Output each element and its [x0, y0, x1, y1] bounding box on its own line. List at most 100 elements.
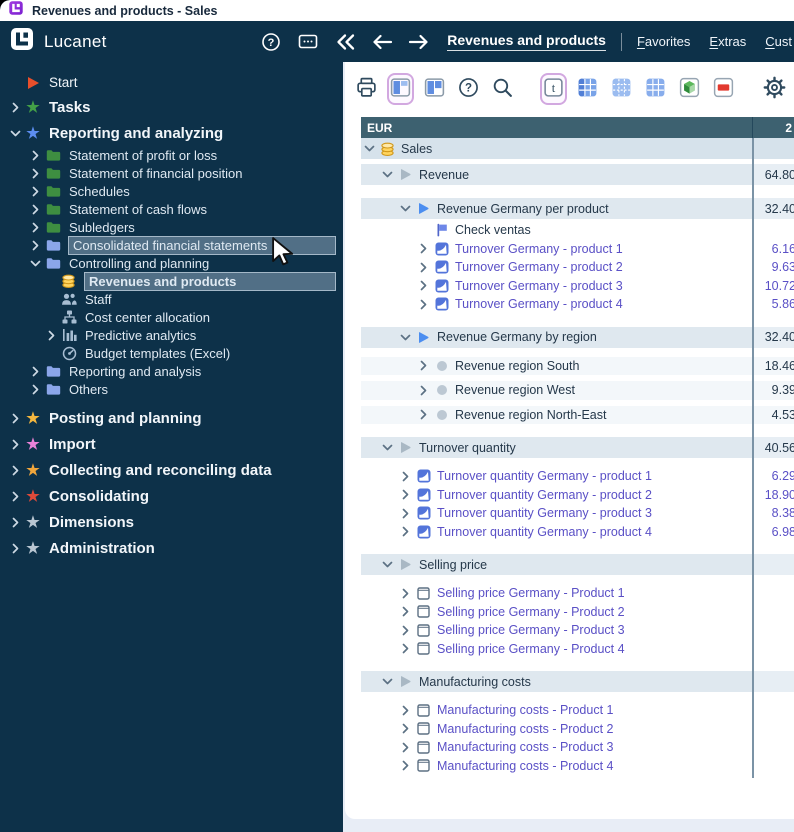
chevron-right-icon[interactable]	[417, 384, 430, 397]
table-row-turnover-germany-product-4[interactable]: Turnover Germany - product 45.86	[361, 295, 794, 314]
sidebar-item-staff[interactable]: Staff	[0, 290, 343, 308]
sidebar-item-budget-templates-excel[interactable]: Budget templates (Excel)	[0, 344, 343, 362]
table-row-manufacturing-costs-product-4[interactable]: Manufacturing costs - Product 4	[361, 757, 794, 776]
help-icon[interactable]: ?	[259, 30, 283, 54]
row-value[interactable]	[752, 621, 794, 640]
grid-values-icon-button[interactable]	[644, 75, 667, 103]
sidebar-item-revenues-and-products[interactable]: Revenues and products	[0, 272, 343, 290]
chevron-down-icon[interactable]	[28, 257, 43, 270]
text-view-icon-button[interactable]: t	[542, 75, 565, 103]
chevron-down-icon[interactable]	[381, 675, 394, 688]
row-value[interactable]: 32.40	[752, 198, 794, 219]
row-value[interactable]	[752, 701, 794, 720]
table-row-manufacturing-costs-product-1[interactable]: Manufacturing costs - Product 1	[361, 701, 794, 720]
chevron-right-icon[interactable]	[28, 383, 43, 396]
arrow-right-icon[interactable]	[407, 30, 431, 54]
chevron-right-icon[interactable]	[399, 507, 412, 520]
chevron-right-icon[interactable]	[28, 365, 43, 378]
row-value[interactable]: 18.46	[752, 357, 794, 376]
table-row-revenue-region-south[interactable]: Revenue region South18.46	[361, 357, 794, 376]
chevron-right-icon[interactable]	[8, 101, 23, 114]
row-value[interactable]	[752, 671, 794, 692]
row-value[interactable]	[752, 138, 794, 159]
chevron-right-icon[interactable]	[417, 242, 430, 255]
table-row-turnover-quantity-germany-product-3[interactable]: Turnover quantity Germany - product 38.3…	[361, 504, 794, 523]
chevron-down-icon[interactable]	[399, 202, 412, 215]
chevron-right-icon[interactable]	[8, 542, 23, 555]
sidebar-item-consolidated-financial-statements[interactable]: Consolidated financial statements	[0, 236, 343, 254]
table-row-revenue-germany-by-region[interactable]: Revenue Germany by region32.40	[361, 327, 794, 348]
sidebar-item-posting-and-planning[interactable]: ★Posting and planning	[0, 405, 343, 431]
double-chevron-left-icon[interactable]	[333, 30, 357, 54]
chevron-right-icon[interactable]	[417, 261, 430, 274]
sidebar-item-tasks[interactable]: ★Tasks	[0, 94, 343, 120]
row-value[interactable]: 6.29	[752, 467, 794, 486]
table-row-revenue[interactable]: Revenue64.80	[361, 164, 794, 185]
table-row-turnover-quantity[interactable]: Turnover quantity40.56	[361, 437, 794, 458]
row-value[interactable]: 32.40	[752, 327, 794, 348]
row-value[interactable]: 10.72	[752, 277, 794, 296]
search-icon-button[interactable]	[491, 75, 514, 103]
row-value[interactable]	[752, 757, 794, 776]
chevron-down-icon[interactable]	[381, 441, 394, 454]
chevron-right-icon[interactable]	[417, 408, 430, 421]
sidebar-item-consolidating[interactable]: ★Consolidating	[0, 483, 343, 509]
sidebar-item-statement-of-financial-position[interactable]: Statement of financial position	[0, 164, 343, 182]
table-row-turnover-germany-product-3[interactable]: Turnover Germany - product 310.72	[361, 277, 794, 296]
row-value[interactable]	[752, 584, 794, 603]
chevron-right-icon[interactable]	[399, 642, 412, 655]
table-row-manufacturing-costs-product-2[interactable]: Manufacturing costs - Product 2	[361, 720, 794, 739]
sidebar-item-schedules[interactable]: Schedules	[0, 182, 343, 200]
row-value[interactable]: 5.86	[752, 295, 794, 314]
chevron-right-icon[interactable]	[8, 464, 23, 477]
settings-icon-button[interactable]	[763, 75, 786, 103]
row-value[interactable]: 6.16	[752, 240, 794, 259]
table-row-turnover-germany-product-1[interactable]: Turnover Germany - product 16.16	[361, 240, 794, 259]
sidebar-item-statement-of-cash-flows[interactable]: Statement of cash flows	[0, 200, 343, 218]
printer-icon-button[interactable]	[355, 75, 378, 103]
table-row-manufacturing-costs-product-3[interactable]: Manufacturing costs - Product 3	[361, 738, 794, 757]
table-row-sales[interactable]: Sales	[361, 138, 794, 159]
chevron-right-icon[interactable]	[28, 203, 43, 216]
chevron-right-icon[interactable]	[28, 221, 43, 234]
table-row-revenue-region-north-east[interactable]: Revenue region North-East4.53	[361, 406, 794, 425]
table-row-selling-price-germany-product-3[interactable]: Selling price Germany - Product 3	[361, 621, 794, 640]
row-value[interactable]	[752, 221, 794, 240]
chevron-right-icon[interactable]	[28, 149, 43, 162]
chevron-right-icon[interactable]	[399, 624, 412, 637]
sidebar-item-controlling-and-planning[interactable]: Controlling and planning	[0, 254, 343, 272]
chevron-right-icon[interactable]	[417, 279, 430, 292]
chevron-down-icon[interactable]	[399, 331, 412, 344]
chevron-right-icon[interactable]	[399, 741, 412, 754]
row-value[interactable]: 4.53	[752, 406, 794, 425]
sidebar-item-cost-center-allocation[interactable]: Cost center allocation	[0, 308, 343, 326]
layout-sidebar-filled-icon-button[interactable]	[389, 75, 412, 103]
sidebar-item-statement-of-profit-or-loss[interactable]: Statement of profit or loss	[0, 146, 343, 164]
chevron-right-icon[interactable]	[399, 704, 412, 717]
report-bar-icon-button[interactable]	[712, 75, 735, 103]
chevron-right-icon[interactable]	[399, 525, 412, 538]
chevron-right-icon[interactable]	[417, 359, 430, 372]
breadcrumb[interactable]: Revenues and products	[447, 32, 606, 51]
chevron-right-icon[interactable]	[417, 298, 430, 311]
chevron-down-icon[interactable]	[381, 168, 394, 181]
table-row-selling-price-germany-product-1[interactable]: Selling price Germany - Product 1	[361, 584, 794, 603]
chevron-right-icon[interactable]	[28, 185, 43, 198]
grid-planning-icon-button[interactable]	[610, 75, 633, 103]
chevron-right-icon[interactable]	[399, 722, 412, 735]
sidebar-item-others[interactable]: Others	[0, 380, 343, 398]
table-row-selling-price[interactable]: Selling price	[361, 554, 794, 575]
row-value[interactable]	[752, 738, 794, 757]
table-row-selling-price-germany-product-2[interactable]: Selling price Germany - Product 2	[361, 603, 794, 622]
chevron-right-icon[interactable]	[8, 516, 23, 529]
row-value[interactable]: 64.80	[752, 164, 794, 185]
row-value[interactable]: 9.39	[752, 381, 794, 400]
row-value[interactable]: 18.90	[752, 486, 794, 505]
table-row-selling-price-germany-product-4[interactable]: Selling price Germany - Product 4	[361, 640, 794, 659]
row-value[interactable]	[752, 720, 794, 739]
row-value[interactable]: 40.56	[752, 437, 794, 458]
chevron-right-icon[interactable]	[28, 239, 43, 252]
row-value[interactable]	[752, 640, 794, 659]
sidebar-item-subledgers[interactable]: Subledgers	[0, 218, 343, 236]
sidebar-item-administration[interactable]: ★Administration	[0, 535, 343, 561]
